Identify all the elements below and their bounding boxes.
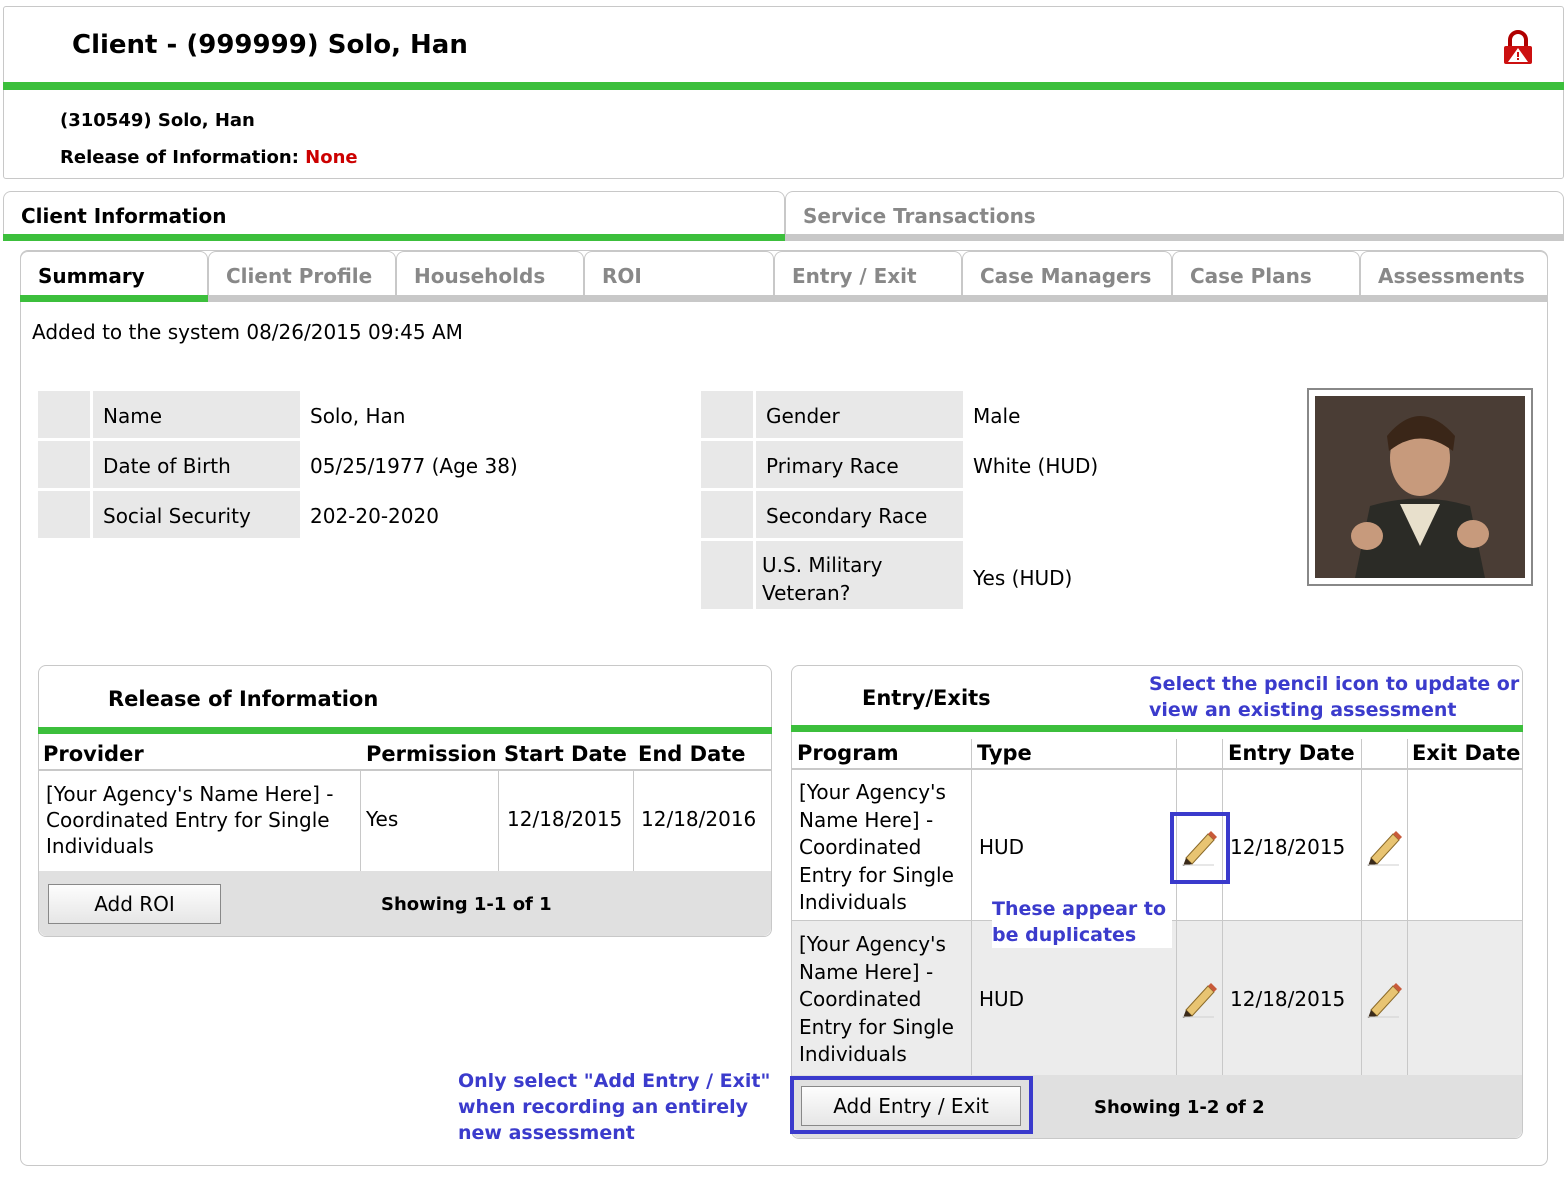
tab-service-transactions[interactable]: Service Transactions	[785, 191, 1564, 237]
client-photo[interactable]	[1307, 388, 1533, 586]
entry-row-entry-date: 12/18/2015	[1230, 835, 1346, 859]
header-divider	[3, 82, 1564, 90]
roi-section-divider	[38, 727, 772, 734]
column-divider	[633, 771, 634, 871]
pencil-icon[interactable]	[1365, 978, 1403, 1018]
pencil-icon[interactable]	[1180, 978, 1218, 1018]
client-id-name: (310549) Solo, Han	[60, 110, 255, 131]
entry-row-program: [Your Agency's Name Here] - Coordinated …	[799, 932, 954, 1066]
label-secondary-race: Secondary Race	[766, 504, 928, 528]
tab-indicator	[785, 234, 1564, 241]
subtab-summary[interactable]: Summary	[20, 251, 208, 295]
label-veteran: U.S. Military Veteran?	[762, 553, 883, 605]
info-row-marker	[701, 541, 753, 609]
roi-header-rule	[38, 769, 772, 771]
client-photo-image	[1315, 396, 1525, 578]
info-row-marker	[701, 391, 753, 438]
lock-alert-icon[interactable]	[1498, 28, 1538, 68]
entry-col-entry-date: Entry Date	[1228, 741, 1355, 765]
entry-exit-section-title: Entry/Exits	[862, 686, 991, 710]
entry-row-program: [Your Agency's Name Here] - Coordinated …	[799, 780, 954, 914]
subtab-case-managers[interactable]: Case Managers	[962, 251, 1172, 295]
value-veteran: Yes (HUD)	[973, 566, 1073, 590]
roi-row-start-date: 12/18/2015	[507, 807, 623, 831]
roi-status: Release of Information: None	[60, 147, 358, 168]
roi-pagination: Showing 1-1 of 1	[381, 894, 552, 915]
subtab-entry-exit[interactable]: Entry / Exit	[774, 251, 962, 295]
entry-col-program: Program	[797, 741, 899, 765]
value-gender: Male	[973, 404, 1021, 428]
label-date-of-birth: Date of Birth	[103, 454, 231, 478]
pencil-annotation: Select the pencil icon to update or view…	[1149, 673, 1520, 721]
column-divider	[498, 771, 499, 871]
label-name: Name	[103, 404, 163, 428]
added-timestamp: Added to the system 08/26/2015 09:45 AM	[32, 320, 463, 344]
value-date-of-birth: 05/25/1977 (Age 38)	[310, 454, 518, 478]
entry-row-type: HUD	[979, 987, 1025, 1011]
subtab-assessments[interactable]: Assessments	[1360, 251, 1548, 295]
column-divider	[1361, 921, 1362, 1075]
page-title: Client - (999999) Solo, Han	[72, 30, 468, 60]
info-row-marker	[701, 441, 753, 488]
info-row-marker	[38, 391, 90, 438]
column-divider	[1176, 921, 1177, 1075]
value-primary-race: White (HUD)	[973, 454, 1099, 478]
value-name: Solo, Han	[310, 404, 406, 428]
column-divider	[360, 771, 361, 871]
add-entry-highlight-box	[790, 1076, 1033, 1134]
label-gender: Gender	[766, 404, 840, 428]
roi-col-end-date: End Date	[638, 742, 746, 766]
column-divider	[1407, 921, 1408, 1075]
roi-status-value: None	[305, 147, 358, 168]
entry-col-type: Type	[977, 741, 1032, 765]
roi-status-label: Release of Information:	[60, 147, 299, 168]
roi-col-provider: Provider	[43, 742, 144, 766]
add-entry-annotation: Only select "Add Entry / Exit" when reco…	[458, 1070, 771, 1144]
subtab-households[interactable]: Households	[396, 251, 584, 295]
subtab-client-profile[interactable]: Client Profile	[208, 251, 396, 295]
info-row-marker	[38, 491, 90, 538]
add-roi-button[interactable]: Add ROI	[48, 884, 221, 924]
roi-row-provider: [Your Agency's Name Here] - Coordinated …	[46, 782, 334, 858]
tab-indicator-active	[3, 234, 785, 241]
entry-exit-section-divider	[791, 725, 1523, 732]
label-social-security: Social Security	[103, 504, 251, 528]
pencil-icon[interactable]	[1365, 826, 1403, 866]
value-social-security: 202-20-2020	[310, 504, 439, 528]
subtab-indicator-active	[20, 295, 208, 302]
entry-row-entry-date: 12/18/2015	[1230, 987, 1346, 1011]
entry-header-rule	[791, 768, 1523, 770]
roi-col-permission: Permission	[366, 742, 497, 766]
roi-row-end-date: 12/18/2016	[641, 807, 757, 831]
duplicate-annotation: These appear to be duplicates	[992, 896, 1172, 948]
entry-exit-pagination: Showing 1-2 of 2	[1094, 1097, 1265, 1118]
subtab-case-plans[interactable]: Case Plans	[1172, 251, 1360, 295]
roi-col-start-date: Start Date	[504, 742, 627, 766]
column-divider	[1222, 921, 1223, 1075]
pencil-highlight-box	[1170, 812, 1230, 884]
info-row-marker	[38, 441, 90, 488]
info-row-marker	[701, 491, 753, 538]
roi-row-permission: Yes	[366, 807, 399, 831]
subtab-roi[interactable]: ROI	[584, 251, 774, 295]
column-divider	[971, 921, 972, 1075]
tab-client-information[interactable]: Client Information	[3, 191, 785, 237]
entry-row-type: HUD	[979, 835, 1025, 859]
roi-section-title: Release of Information	[108, 687, 379, 711]
entry-col-exit-date: Exit Date	[1412, 741, 1521, 765]
label-primary-race: Primary Race	[766, 454, 899, 478]
subtab-divider	[20, 295, 1548, 302]
